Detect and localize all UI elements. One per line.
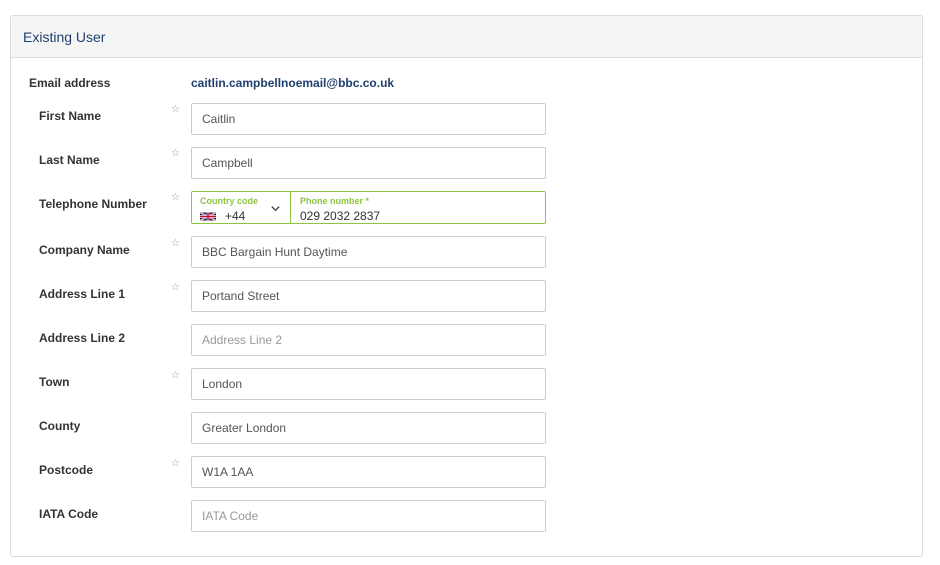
address-line-2-input[interactable] <box>191 324 546 356</box>
company-name-required-icon: ☆ <box>171 238 180 249</box>
phone-number-field: Phone number * <box>291 192 545 223</box>
company-name-input[interactable] <box>191 236 546 268</box>
county-label: County <box>39 419 81 433</box>
last-name-required-icon: ☆ <box>171 148 180 159</box>
county-input[interactable] <box>191 412 546 444</box>
phone-number-input[interactable] <box>300 209 530 223</box>
town-label: Town <box>39 375 70 389</box>
first-name-label: First Name <box>39 109 102 123</box>
country-code-select[interactable]: Country code +44 <box>192 192 291 223</box>
telephone-field: Country code +44 Phone number * <box>191 191 546 224</box>
iata-code-label: IATA Code <box>39 507 99 521</box>
panel-header: Existing User <box>11 16 922 58</box>
iata-code-input[interactable] <box>191 500 546 532</box>
chevron-down-icon[interactable] <box>270 203 281 214</box>
town-required-icon: ☆ <box>171 370 180 381</box>
country-code-value: +44 <box>225 209 246 223</box>
email-value: caitlin.campbellnoemail@bbc.co.uk <box>191 76 395 90</box>
address-line-2-label: Address Line 2 <box>39 331 126 345</box>
town-input[interactable] <box>191 368 546 400</box>
address-line-1-required-icon: ☆ <box>171 282 180 293</box>
company-name-label: Company Name <box>39 243 130 257</box>
address-line-1-label: Address Line 1 <box>39 287 126 301</box>
postcode-label: Postcode <box>39 463 94 477</box>
last-name-input[interactable] <box>191 147 546 179</box>
postcode-required-icon: ☆ <box>171 458 180 469</box>
last-name-label: Last Name <box>39 153 100 167</box>
email-label: Email address <box>29 76 111 90</box>
address-line-1-input[interactable] <box>191 280 546 312</box>
uk-flag-icon <box>200 211 216 221</box>
panel-title: Existing User <box>23 28 106 45</box>
telephone-label: Telephone Number <box>39 197 147 211</box>
postcode-input[interactable] <box>191 456 546 488</box>
first-name-input[interactable] <box>191 103 546 135</box>
first-name-required-icon: ☆ <box>171 104 180 115</box>
phone-number-label: Phone number * <box>300 196 370 206</box>
telephone-required-icon: ☆ <box>171 192 180 203</box>
